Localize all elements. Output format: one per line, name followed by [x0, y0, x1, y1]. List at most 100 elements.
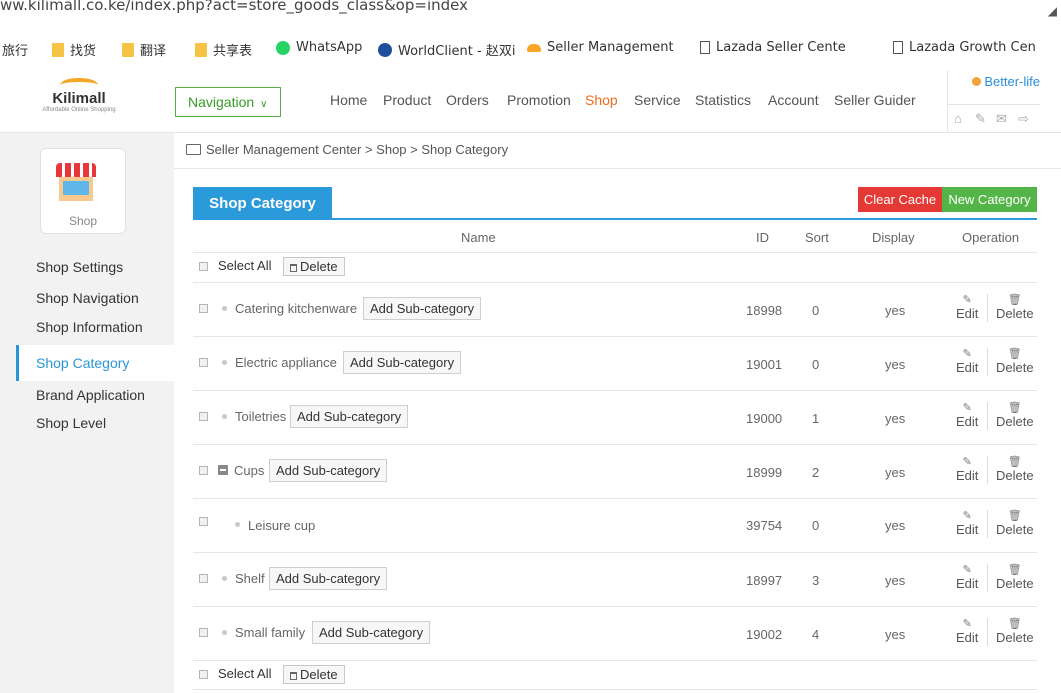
sidebar-item-shop-category[interactable]: Shop Category — [16, 345, 174, 381]
shop-icon — [56, 163, 96, 177]
menu-product[interactable]: Product — [383, 92, 431, 108]
category-display: yes — [885, 303, 906, 318]
delete-button[interactable]: 🗑 Delete — [996, 618, 1034, 644]
sidebar-item-shop-information[interactable]: Shop Information — [36, 319, 143, 335]
chevron-down-icon: ∨ — [260, 99, 268, 110]
delete-button[interactable]: 🗑 Delete — [996, 510, 1034, 536]
sidebar: Shop Shop Settings Shop Navigation Shop … — [0, 133, 174, 693]
delete-label: Delete — [996, 630, 1034, 645]
category-name: Shelf — [235, 571, 265, 586]
bookmark-find-goods[interactable]: 找货 — [52, 40, 96, 59]
address-bar[interactable]: ww.kilimall.co.ke/index.php?act=store_go… — [0, 0, 1061, 30]
bookmark-lazada-growth[interactable]: Lazada Growth Cen — [893, 40, 1036, 55]
menu-home[interactable]: Home — [330, 92, 367, 108]
add-sub-category-button[interactable]: Add Sub-category — [269, 459, 388, 482]
home-icon[interactable]: ⌂ — [954, 111, 962, 126]
select-all-label: Select All — [218, 258, 272, 273]
edit-button[interactable]: ✎ Edit — [956, 402, 978, 428]
logout-icon[interactable]: ⇨ — [1018, 111, 1029, 127]
delete-label: Delete — [996, 576, 1034, 591]
user-link[interactable]: Better-life — [948, 74, 1040, 94]
globe-icon — [378, 42, 392, 57]
edit-button[interactable]: ✎ Edit — [956, 294, 978, 320]
sidebar-item-label: Shop Category — [36, 355, 130, 371]
bookmark-travel[interactable]: 旅行 — [2, 40, 28, 59]
select-all-checkbox[interactable] — [199, 262, 208, 271]
edit-button[interactable]: ✎ Edit — [956, 564, 978, 590]
bookmark-worldclient[interactable]: WorldClient - 赵双i — [378, 40, 515, 59]
edit-label: Edit — [956, 468, 979, 483]
delete-button[interactable]: 🗑 Delete — [996, 402, 1034, 428]
divider — [987, 348, 988, 376]
select-all-checkbox[interactable] — [199, 670, 208, 679]
collapse-icon[interactable] — [218, 465, 228, 475]
row-checkbox[interactable] — [199, 628, 208, 637]
row-checkbox[interactable] — [199, 412, 208, 421]
category-name: Leisure cup — [248, 518, 316, 533]
tab-shop-category[interactable]: Shop Category — [193, 187, 332, 220]
wrench-icon[interactable]: ✎ — [975, 111, 986, 127]
divider — [987, 510, 988, 538]
category-id: 39754 — [746, 518, 783, 533]
shop-card[interactable]: Shop — [40, 148, 126, 234]
category-sort: 0 — [812, 303, 820, 318]
sidebar-item-shop-navigation[interactable]: Shop Navigation — [36, 290, 139, 306]
edit-button[interactable]: ✎ Edit — [956, 456, 978, 482]
add-sub-category-button[interactable]: Add Sub-category — [269, 567, 388, 590]
add-sub-category-button[interactable]: Add Sub-category — [343, 351, 462, 374]
bookmark-translate[interactable]: 翻译 — [122, 40, 166, 59]
bulk-delete-button[interactable]: Delete — [283, 665, 345, 684]
category-sort: 2 — [812, 465, 820, 480]
category-id: 18998 — [746, 303, 783, 318]
divider — [987, 402, 988, 430]
bulk-delete-button[interactable]: Delete — [283, 257, 345, 276]
kilimall-logo[interactable]: Kilimall Affordable Online Shopping — [24, 78, 134, 124]
delete-button[interactable]: 🗑 Delete — [996, 564, 1034, 590]
bookmark-lazada-seller[interactable]: Lazada Seller Cente — [700, 40, 846, 55]
sidebar-item-shop-settings[interactable]: Shop Settings — [36, 259, 123, 275]
add-sub-category-button[interactable]: Add Sub-category — [290, 405, 409, 428]
window-corner-icon: ◢ — [1047, 4, 1057, 18]
bullet-icon — [222, 630, 227, 635]
delete-label: Delete — [996, 468, 1034, 483]
new-category-button[interactable]: New Category — [942, 187, 1037, 212]
bookmark-whatsapp[interactable]: WhatsApp — [276, 40, 362, 55]
bookmark-label: 翻译 — [140, 44, 167, 59]
menu-service[interactable]: Service — [634, 92, 681, 108]
bookmark-shared-sheet[interactable]: 共享表 — [195, 40, 252, 59]
bookmark-seller-management[interactable]: Seller Management — [527, 40, 674, 55]
sidebar-item-brand-application[interactable]: Brand Application — [36, 387, 145, 403]
edit-label: Edit — [956, 522, 979, 537]
category-display: yes — [885, 411, 906, 426]
delete-button[interactable]: 🗑 Delete — [996, 348, 1034, 374]
row-checkbox[interactable] — [199, 358, 208, 367]
category-display: yes — [885, 627, 906, 642]
mail-icon[interactable]: ✉ — [996, 111, 1007, 127]
menu-statistics[interactable]: Statistics — [695, 92, 751, 108]
add-sub-category-button[interactable]: Add Sub-category — [363, 297, 482, 320]
menu-account[interactable]: Account — [768, 92, 819, 108]
clear-cache-button[interactable]: Clear Cache — [858, 187, 942, 212]
divider — [193, 282, 1037, 283]
page-icon — [893, 41, 903, 54]
edit-button[interactable]: ✎ Edit — [956, 618, 978, 644]
row-checkbox[interactable] — [199, 466, 208, 475]
menu-shop[interactable]: Shop — [585, 92, 618, 108]
category-display: yes — [885, 573, 906, 588]
menu-seller-guider[interactable]: Seller Guider — [834, 92, 916, 108]
row-checkbox[interactable] — [199, 574, 208, 583]
row-checkbox[interactable] — [199, 304, 208, 313]
navigation-dropdown[interactable]: Navigation ∨ — [175, 87, 281, 117]
url-text[interactable]: ww.kilimall.co.ke/index.php?act=store_go… — [0, 0, 468, 14]
delete-button[interactable]: 🗑 Delete — [996, 456, 1034, 482]
delete-button[interactable]: 🗑 Delete — [996, 294, 1034, 320]
add-sub-category-button[interactable]: Add Sub-category — [312, 621, 431, 644]
menu-orders[interactable]: Orders — [446, 92, 489, 108]
edit-button[interactable]: ✎ Edit — [956, 348, 978, 374]
header-icons: ⌂ ✎ ✉ ⇨ — [948, 104, 1040, 127]
sidebar-item-shop-level[interactable]: Shop Level — [36, 415, 106, 431]
bookmark-label: WhatsApp — [296, 40, 363, 55]
row-checkbox[interactable] — [199, 517, 208, 526]
menu-promotion[interactable]: Promotion — [507, 92, 571, 108]
edit-button[interactable]: ✎ Edit — [956, 510, 978, 536]
